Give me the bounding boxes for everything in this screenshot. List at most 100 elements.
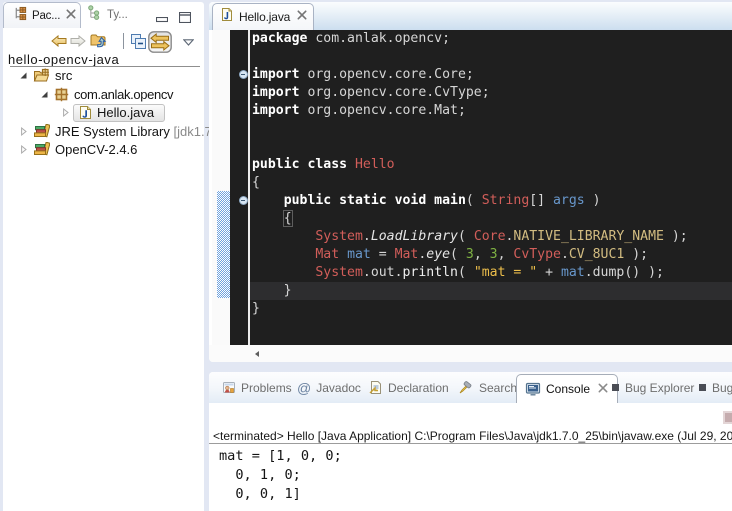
code-segment: ,: [474, 247, 490, 262]
code-segment: }: [252, 283, 292, 298]
editor-tab-hello-java[interactable]: Hello.java: [212, 3, 314, 30]
code-segment: System: [315, 229, 363, 244]
code-segment: ,: [498, 247, 514, 262]
code-segment: .dump() );: [585, 265, 664, 280]
tab-label: Hello.java: [239, 10, 290, 24]
console-title: <terminated> Hello [Java Application] C:…: [213, 429, 732, 443]
bug-square-icon: [611, 383, 620, 392]
code-segment: {: [284, 211, 292, 226]
range-indicator: [217, 191, 230, 298]
code-segment: (: [450, 247, 466, 262]
close-icon[interactable]: [65, 7, 77, 25]
up-folder-icon[interactable]: [88, 30, 110, 52]
code-line: package com.anlak.opencv;: [252, 30, 732, 48]
java-file-icon: [221, 7, 233, 27]
code-segment: );: [664, 229, 688, 244]
code-segment: {: [252, 175, 260, 190]
tab-declaration[interactable]: Declaration: [369, 372, 449, 403]
scroll-left-icon[interactable]: [253, 350, 261, 358]
code-segment: package: [252, 31, 307, 46]
tree-row-src[interactable]: src: [3, 66, 204, 85]
code-segment: Mat: [315, 247, 339, 262]
code-editor[interactable]: package com.anlak.opencv; import org.ope…: [212, 30, 732, 345]
code-line: [252, 48, 732, 66]
tab-problems[interactable]: Problems: [221, 372, 292, 403]
tree-collapsed-icon[interactable]: [19, 127, 33, 136]
forward-arrow-icon[interactable]: [69, 30, 87, 52]
code-segment: org.opencv.core.Core;: [300, 67, 474, 82]
tree-expanded-icon[interactable]: [40, 90, 54, 99]
tab-label: Javadoc: [316, 381, 361, 395]
eclipse-window: { "left_panel": { "tabs": [ { "label": "…: [0, 0, 732, 511]
bug-square-icon: [698, 383, 707, 392]
bottom-tabbar: Problems @ Javadoc Declaration: [209, 372, 732, 403]
tab-console[interactable]: Console: [516, 374, 618, 403]
code-segment: .out.: [363, 265, 403, 280]
package-folder-icon: [33, 68, 50, 83]
console-toolbar-button[interactable]: [723, 411, 732, 424]
tab-javadoc[interactable]: @ Javadoc: [297, 372, 361, 403]
code-line: public static void main( String[] args ): [252, 192, 732, 210]
fold-minus-icon[interactable]: [239, 70, 248, 79]
tree-row-jre[interactable]: JRE System Library [jdk1.7.0: [3, 122, 204, 141]
tree-label: hello-opencv-java: [8, 52, 119, 67]
tree-row-opencv[interactable]: OpenCV-2.4.6: [3, 140, 204, 159]
collapse-all-icon[interactable]: [127, 30, 149, 52]
annotation-ruler[interactable]: [212, 30, 230, 345]
code-segment: []: [529, 193, 553, 208]
console-line: mat = [1, 0, 0;: [219, 447, 342, 466]
tab-label: Problems: [241, 381, 292, 395]
code-text[interactable]: package com.anlak.opencv; import org.ope…: [250, 30, 732, 318]
code-segment: Core: [474, 229, 506, 244]
code-segment: public class: [252, 157, 347, 172]
tree-collapsed-icon[interactable]: [19, 145, 33, 154]
tab-label: Search: [479, 381, 517, 395]
code-segment: Mat: [395, 247, 419, 262]
maximize-icon[interactable]: [179, 10, 191, 28]
console-output[interactable]: mat = [1, 0, 0; 0, 1, 0; 0, 0, 1]: [219, 447, 342, 504]
folding-ruler[interactable]: [230, 30, 248, 345]
library-icon: [33, 142, 50, 157]
code-line: public class Hello: [252, 156, 732, 174]
tab-package-explorer[interactable]: Pac...: [3, 2, 81, 28]
close-icon[interactable]: [296, 8, 308, 26]
tab-label: Bug: [712, 381, 732, 395]
tree-row-package[interactable]: com.anlak.opencv: [3, 85, 204, 104]
view-menu-icon[interactable]: [181, 36, 195, 48]
code-line: {: [252, 210, 732, 228]
tab-bug-explorer[interactable]: Bug Explorer: [611, 372, 694, 403]
code-line: [252, 120, 732, 138]
code-segment: Hello: [355, 157, 395, 172]
back-arrow-icon[interactable]: [50, 30, 68, 52]
console-icon: [525, 382, 541, 396]
declaration-icon: [369, 380, 383, 395]
code-segment: org.opencv.core.Mat;: [300, 103, 466, 118]
code-segment: [252, 229, 315, 244]
javadoc-icon: @: [297, 380, 311, 396]
tree-label: src: [55, 68, 72, 83]
code-segment: 3: [490, 247, 498, 262]
code-segment: .: [561, 247, 569, 262]
minimize-icon[interactable]: [156, 10, 168, 28]
code-segment: CV_8UC1: [569, 247, 624, 262]
tab-search[interactable]: Search: [458, 372, 517, 403]
code-segment: (: [458, 265, 474, 280]
tab-label: Declaration: [388, 381, 449, 395]
code-segment: eye: [426, 247, 450, 262]
type-hierarchy-icon: [87, 5, 102, 25]
project-tree: hello-opencv-java src com.anlak.opencv H…: [3, 50, 204, 511]
tab-bug[interactable]: Bug: [698, 372, 732, 403]
editor-hscrollbar[interactable]: [209, 345, 732, 362]
tree-row-hello-java[interactable]: Hello.java: [3, 103, 204, 122]
code-segment: [252, 265, 315, 280]
close-icon[interactable]: [597, 382, 609, 397]
java-file-icon: [79, 105, 92, 120]
fold-minus-icon[interactable]: [239, 196, 248, 205]
code-line: [252, 138, 732, 156]
tree-expanded-icon[interactable]: [19, 71, 33, 80]
problems-icon: [221, 380, 236, 395]
console-line: 0, 0, 1]: [219, 485, 342, 504]
code-line: }: [252, 300, 732, 318]
tab-type-hierarchy[interactable]: Ty...: [82, 2, 138, 28]
code-segment: );: [624, 247, 648, 262]
